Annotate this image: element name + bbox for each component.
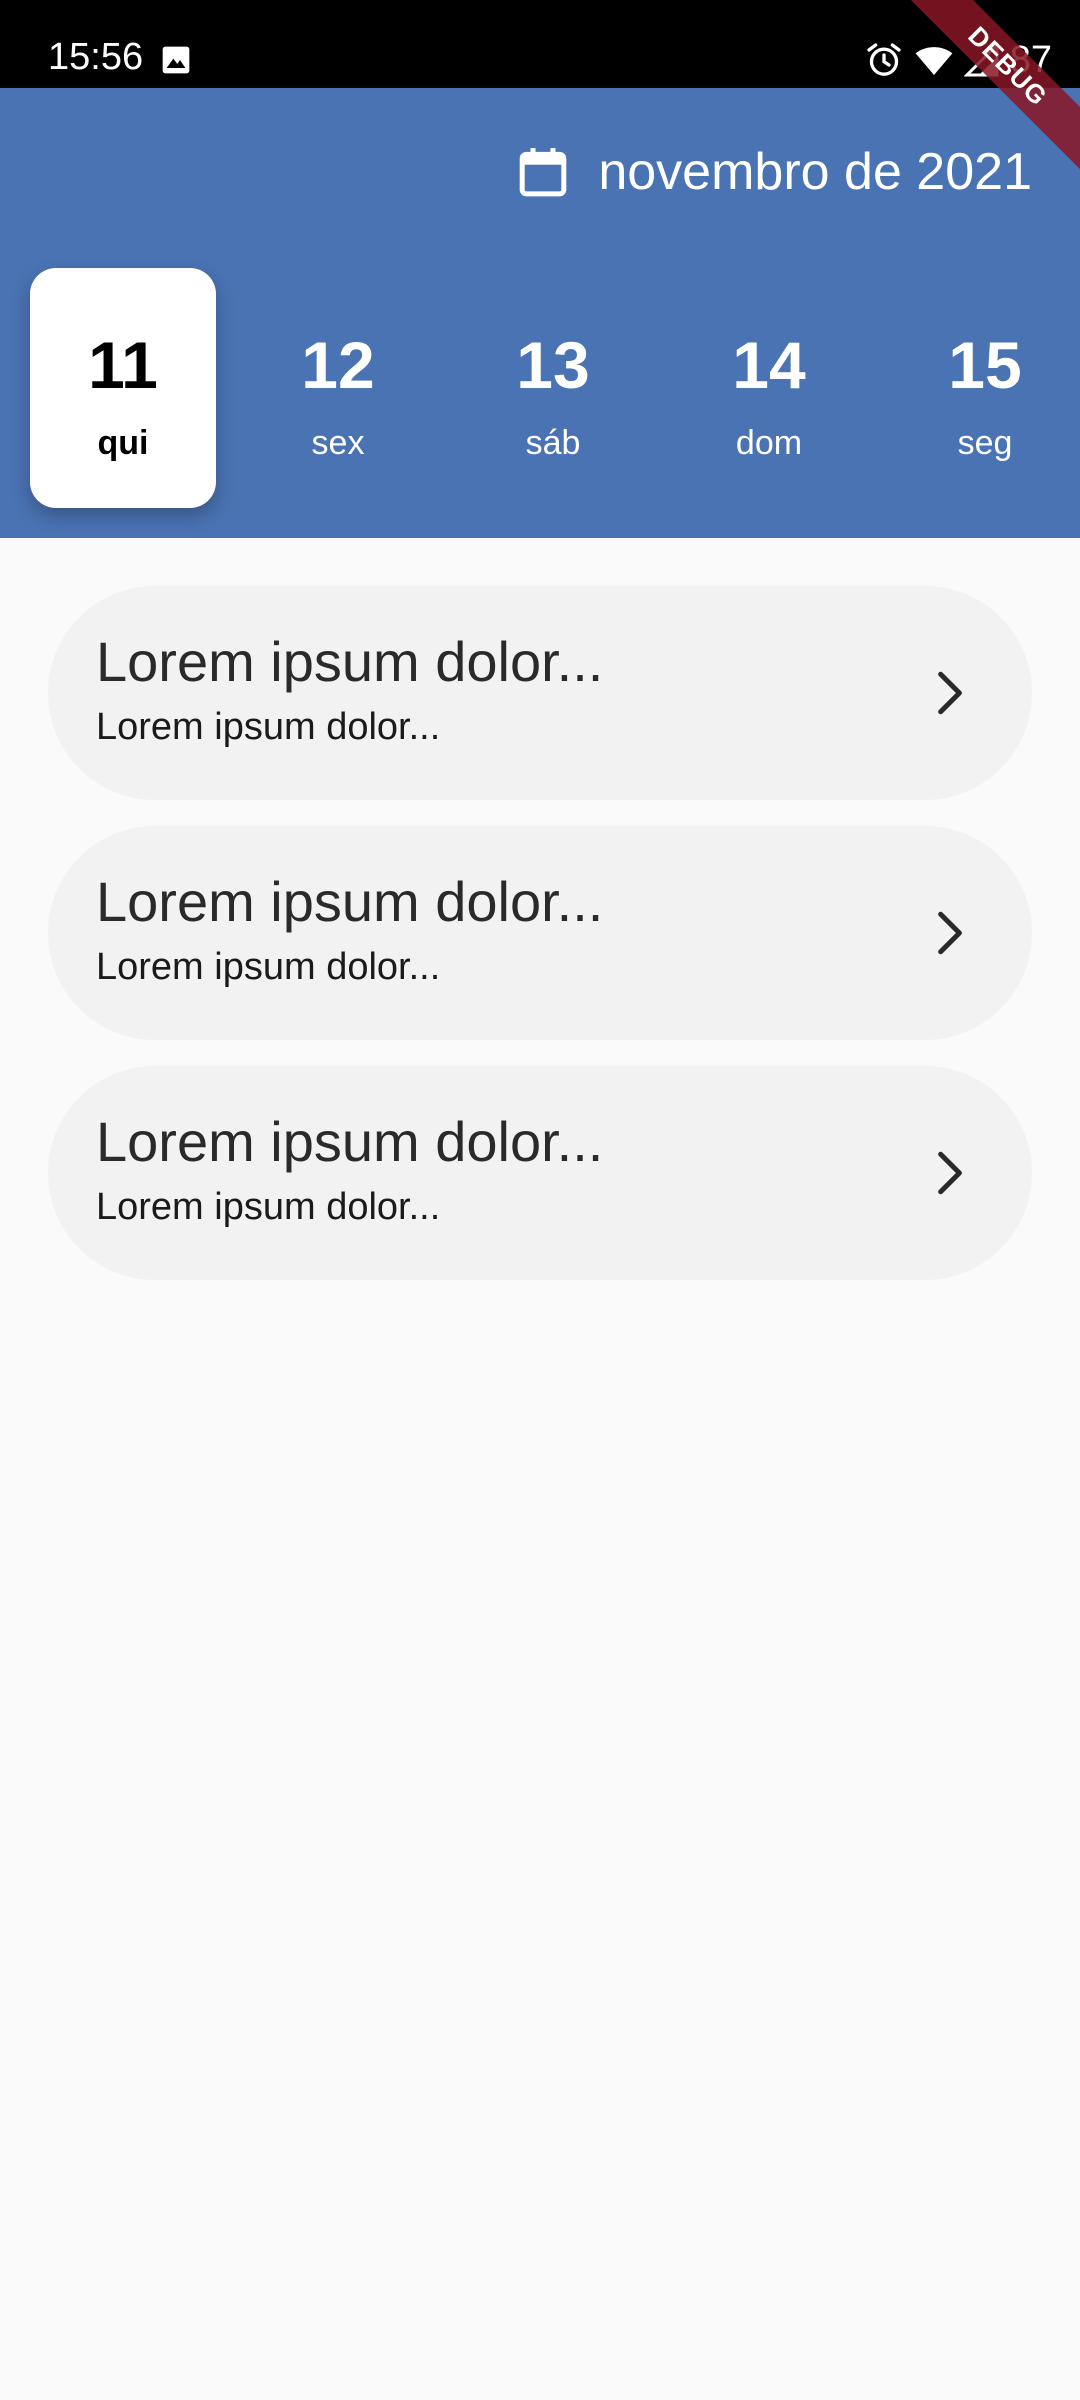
day-name: sex (311, 424, 365, 462)
chevron-right-icon (924, 908, 974, 958)
image-icon (160, 44, 192, 76)
day-item-13[interactable]: 13 sáb (460, 268, 646, 508)
item-subtitle: Lorem ipsum dolor... (96, 1186, 441, 1228)
day-name: dom (735, 424, 803, 462)
day-number: 11 (88, 328, 158, 402)
day-number: 12 (301, 328, 375, 402)
item-title: Lorem ipsum dolor... (96, 1110, 604, 1173)
chevron-right-icon (924, 1148, 974, 1198)
chevron-right-icon (924, 668, 974, 718)
status-bar: 15:56 87 (0, 0, 1080, 88)
day-name: qui (97, 424, 149, 462)
header: novembro de 2021 11 qui 12 sex 13 sáb 14… (0, 88, 1080, 538)
day-item-11[interactable]: 11 qui (30, 268, 216, 508)
day-selector: 11 qui 12 sex 13 sáb 14 dom 15 seg (0, 268, 1080, 508)
list-item[interactable]: Lorem ipsum dolor... Lorem ipsum dolor..… (48, 1066, 1032, 1280)
day-number: 14 (732, 328, 806, 402)
wifi-icon (914, 40, 954, 80)
month-selector[interactable]: novembro de 2021 (518, 146, 1032, 198)
day-number: 13 (516, 328, 590, 402)
item-title: Lorem ipsum dolor... (96, 870, 604, 933)
calendar-icon (518, 146, 568, 198)
day-number: 15 (948, 328, 1022, 402)
month-label: novembro de 2021 (598, 143, 1032, 201)
item-subtitle: Lorem ipsum dolor... (96, 946, 441, 988)
list-item[interactable]: Lorem ipsum dolor... Lorem ipsum dolor..… (48, 826, 1032, 1040)
day-item-12[interactable]: 12 sex (245, 268, 431, 508)
day-item-14[interactable]: 14 dom (676, 268, 862, 508)
status-time: 15:56 (48, 36, 144, 78)
day-name: seg (957, 424, 1013, 462)
event-list: Lorem ipsum dolor... Lorem ipsum dolor..… (48, 586, 1032, 1306)
item-subtitle: Lorem ipsum dolor... (96, 706, 441, 748)
alarm-icon (864, 40, 904, 80)
list-item[interactable]: Lorem ipsum dolor... Lorem ipsum dolor..… (48, 586, 1032, 800)
day-item-15[interactable]: 15 seg (892, 268, 1078, 508)
item-title: Lorem ipsum dolor... (96, 630, 604, 693)
day-name: sáb (525, 424, 581, 462)
